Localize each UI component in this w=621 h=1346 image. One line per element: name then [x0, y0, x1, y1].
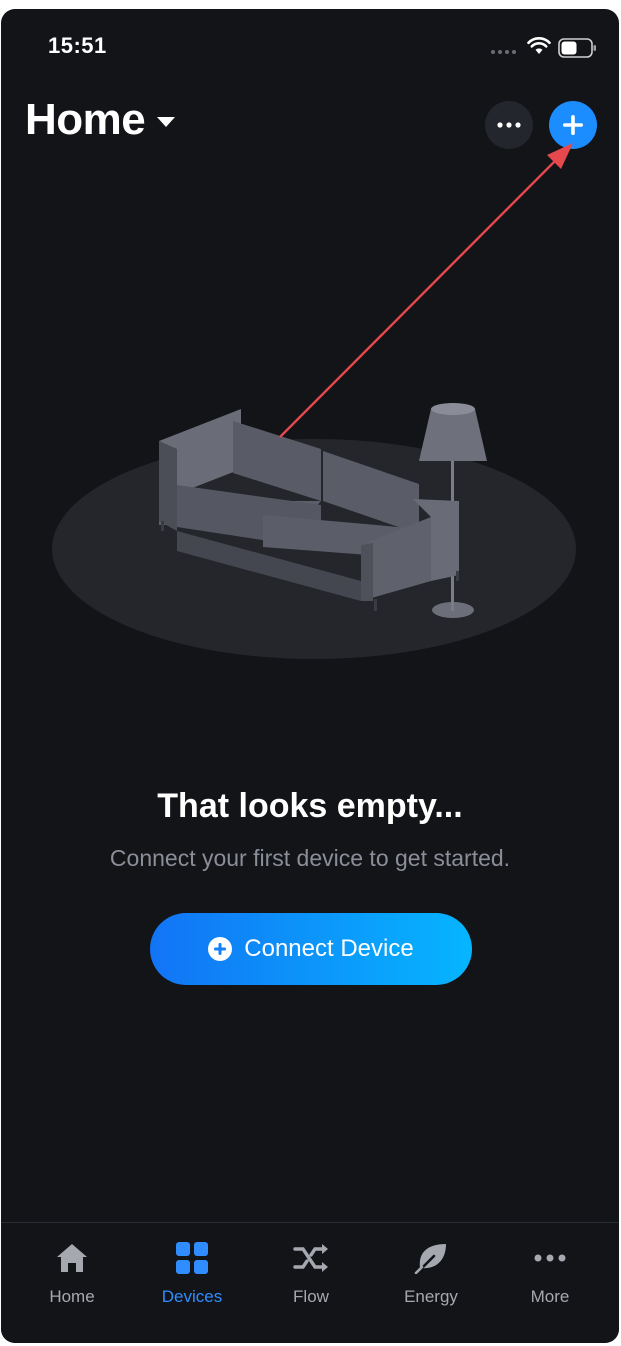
home-selector[interactable]: Home — [25, 95, 176, 145]
ellipsis-icon — [497, 122, 521, 128]
tab-energy[interactable]: Energy — [371, 1223, 491, 1323]
connect-device-button[interactable]: Connect Device — [150, 913, 472, 985]
tab-energy-label: Energy — [404, 1287, 458, 1306]
living-room-illustration — [52, 403, 576, 659]
shuffle-icon — [293, 1244, 328, 1272]
leaf-icon — [414, 1244, 446, 1274]
tab-flow-label: Flow — [293, 1287, 329, 1306]
home-icon — [57, 1244, 87, 1272]
tab-flow[interactable]: Flow — [251, 1223, 371, 1323]
tab-devices[interactable]: Devices — [132, 1223, 252, 1323]
tab-more[interactable]: More — [490, 1223, 610, 1323]
tab-devices-label: Devices — [161, 1287, 223, 1306]
connect-device-label: Connect Device — [244, 935, 414, 962]
cellular-signal-icon — [491, 50, 516, 54]
header: Home — [1, 89, 619, 159]
page-title: Home — [25, 95, 146, 144]
battery-icon — [558, 38, 596, 58]
status-bar: 15:51 — [1, 9, 619, 79]
add-button[interactable] — [549, 101, 597, 149]
empty-state-subtitle: Connect your first device to get started… — [109, 845, 511, 871]
more-options-button[interactable] — [485, 101, 533, 149]
wifi-icon — [527, 37, 551, 54]
phone-screen: 15:51 Home That looks empty... Connect y… — [1, 9, 619, 1343]
empty-state-title: That looks empty... — [157, 787, 463, 825]
grid-icon — [176, 1242, 208, 1274]
tab-more-label: More — [530, 1287, 570, 1306]
caret-down-icon — [157, 117, 176, 127]
more-dots-icon — [534, 1254, 566, 1262]
plus-icon — [563, 115, 583, 135]
tab-bar: Home Devices Flow Energy More — [1, 1222, 619, 1343]
tab-home[interactable]: Home — [12, 1223, 132, 1323]
status-time: 15:51 — [48, 33, 107, 58]
plus-circle-icon — [208, 937, 233, 961]
tab-home-label: Home — [49, 1287, 95, 1306]
